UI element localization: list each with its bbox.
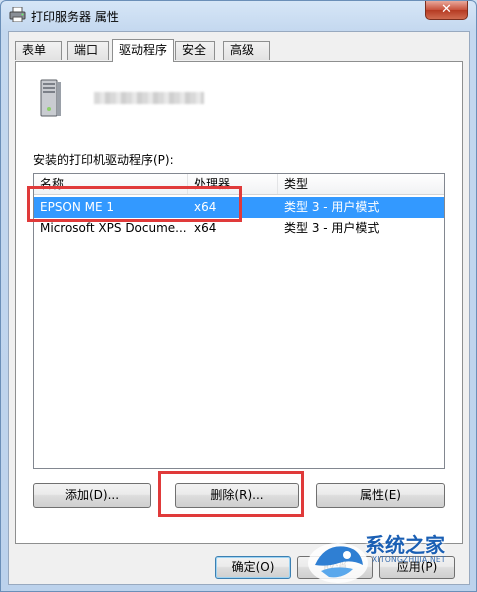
driver-properties-button[interactable]: 属性(E) — [316, 483, 445, 508]
print-server-icon — [40, 79, 61, 117]
driver-type: 类型 3 - 用户模式 — [284, 200, 380, 214]
driver-row-xps[interactable]: Microsoft XPS Docume... x64 类型 3 - 用户模式 — [34, 218, 444, 239]
driver-type: 类型 3 - 用户模式 — [284, 221, 380, 235]
dialog-client-area: 表单 端口 驱动程序 安全 高级 安装的打印机驱动程序(P): 名称 处理器 类… — [8, 31, 470, 585]
watermark-title: 系统之家 — [365, 533, 445, 557]
print-server-properties-window: 打印服务器 属性 ✕ 表单 端口 驱动程序 安全 高级 安装的打印机驱动程序(P… — [0, 0, 477, 592]
add-driver-button[interactable]: 添加(D)... — [33, 483, 151, 508]
close-button[interactable]: ✕ — [425, 1, 468, 20]
driver-processor: x64 — [194, 200, 217, 214]
tab-ports[interactable]: 端口 — [67, 41, 109, 60]
drivers-list-header: 名称 处理器 类型 — [34, 174, 444, 195]
column-header-type[interactable]: 类型 — [278, 174, 444, 194]
driver-name: Microsoft XPS Docume... — [40, 221, 187, 235]
watermark-subtitle: XITONGZHIJIA.NET — [372, 555, 446, 564]
driver-name: EPSON ME 1 — [40, 200, 115, 214]
column-header-processor[interactable]: 处理器 — [188, 174, 278, 194]
tab-advanced[interactable]: 高级 — [223, 41, 270, 60]
tab-forms[interactable]: 表单 — [15, 41, 62, 60]
ok-button[interactable]: 确定(O) — [215, 556, 291, 579]
tab-drivers[interactable]: 驱动程序 — [112, 39, 174, 62]
drivers-list[interactable]: 名称 处理器 类型 EPSON ME 1 x64 类型 3 - 用户模式 Mic… — [33, 173, 445, 469]
server-name-redacted — [94, 92, 204, 104]
driver-row-epson[interactable]: EPSON ME 1 x64 类型 3 - 用户模式 — [34, 197, 444, 218]
drivers-list-label: 安装的打印机驱动程序(P): — [33, 153, 174, 167]
printer-icon — [9, 7, 26, 22]
window-title: 打印服务器 属性 — [31, 10, 119, 24]
column-header-name[interactable]: 名称 — [34, 174, 188, 194]
driver-processor: x64 — [194, 221, 217, 235]
title-bar[interactable]: 打印服务器 属性 ✕ — [1, 1, 476, 31]
close-icon: ✕ — [441, 2, 452, 17]
remove-driver-button[interactable]: 删除(R)... — [175, 483, 299, 508]
drivers-tab-panel: 安装的打印机驱动程序(P): 名称 处理器 类型 EPSON ME 1 x64 … — [15, 61, 463, 544]
tab-security[interactable]: 安全 — [175, 41, 215, 60]
